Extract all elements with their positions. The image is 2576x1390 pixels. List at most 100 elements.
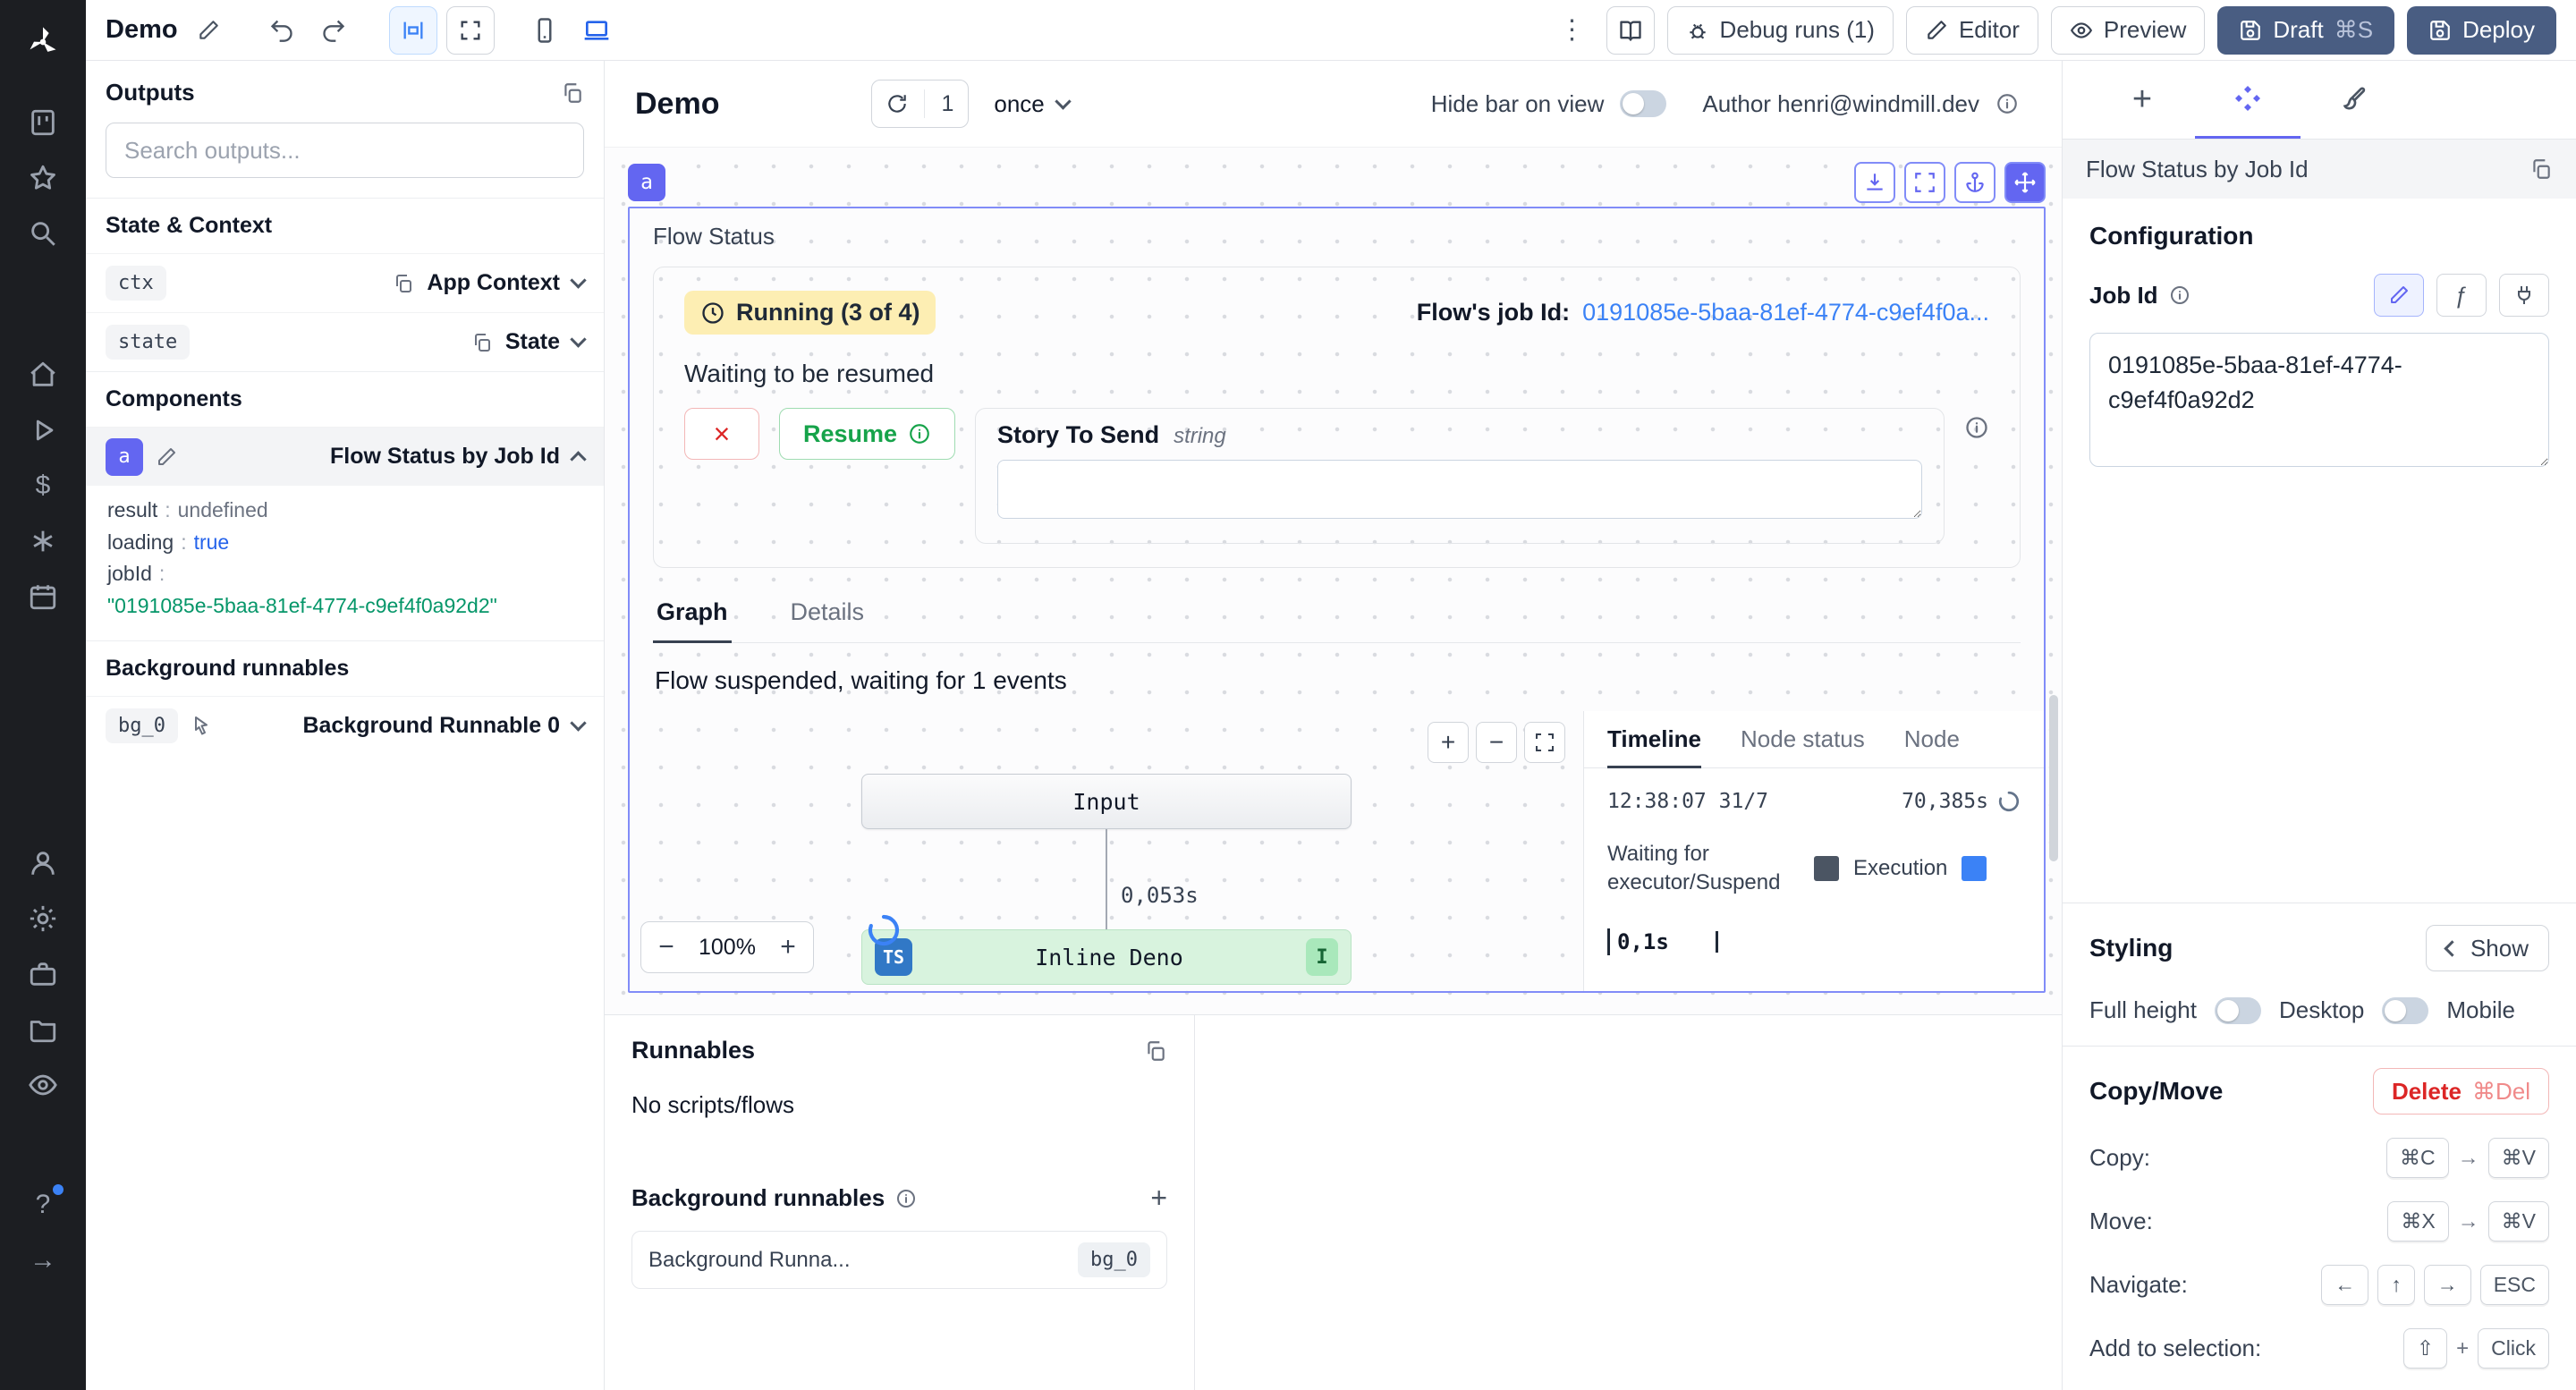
anchor-button[interactable] xyxy=(1954,162,1996,203)
redo-icon[interactable] xyxy=(312,9,355,52)
tab-node-definition[interactable]: Node xyxy=(1904,725,1960,767)
ctx-label: App Context xyxy=(427,270,560,296)
variables-icon[interactable]: $ xyxy=(15,458,71,513)
folders-icon[interactable] xyxy=(15,1002,71,1057)
tab-timeline[interactable]: Timeline xyxy=(1607,725,1701,768)
resume-button[interactable]: Resume xyxy=(779,408,955,460)
bg-runnable-row[interactable]: bg_0 Background Runnable 0 xyxy=(86,696,604,755)
component-doc-icon[interactable] xyxy=(2529,157,2553,181)
outputs-panel: Outputs State & Context ctx App Context … xyxy=(86,61,605,1390)
runs-icon[interactable] xyxy=(15,403,71,458)
tab-graph[interactable]: Graph xyxy=(653,598,732,643)
audit-logs-eye-icon[interactable] xyxy=(15,1057,71,1113)
info-icon[interactable] xyxy=(2169,284,2190,306)
job-id-input[interactable]: 0191085e-5baa-81ef-4774-c9ef4f0a92d2 xyxy=(2089,333,2549,467)
collapse-sidebar-icon[interactable]: → xyxy=(15,1233,71,1288)
debug-runs-button[interactable]: Debug runs (1) xyxy=(1667,6,1894,55)
delete-component-button[interactable]: Delete⌘Del xyxy=(2373,1068,2549,1115)
rename-pencil-icon[interactable] xyxy=(156,446,177,468)
flow-status-component[interactable]: a Flow Status Runni xyxy=(628,207,2046,993)
jobs-icon[interactable] xyxy=(15,946,71,1002)
graph-zoom-in-button[interactable]: + xyxy=(1428,722,1469,763)
hide-bar-toggle[interactable] xyxy=(1620,90,1666,117)
more-menu-kebab-icon[interactable]: ⋮ xyxy=(1551,9,1594,52)
eval-input-button[interactable]: ƒ xyxy=(2436,274,2487,317)
info-icon[interactable] xyxy=(1996,92,2019,115)
tab-details[interactable]: Details xyxy=(787,598,869,642)
mobile-breakpoint-icon[interactable] xyxy=(523,9,566,52)
windmill-logo[interactable] xyxy=(15,14,71,70)
refresh-control[interactable]: 1 xyxy=(871,80,969,128)
kbd-cmd-v: ⌘V xyxy=(2488,1201,2549,1242)
state-doc-icon[interactable] xyxy=(471,332,493,353)
search-icon[interactable] xyxy=(15,206,71,261)
draft-button[interactable]: Draft⌘S xyxy=(2217,6,2394,55)
static-input-button[interactable] xyxy=(2374,274,2424,317)
desktop-toggle[interactable] xyxy=(2382,997,2428,1024)
show-styling-button[interactable]: Show xyxy=(2426,925,2549,971)
fullscreen-canvas-button[interactable] xyxy=(446,6,495,55)
chevron-up-icon[interactable] xyxy=(570,451,586,467)
edge-duration-label: 0,053s xyxy=(1121,883,1199,908)
preview-button[interactable]: Preview xyxy=(2051,6,2205,55)
app-canvas[interactable]: a Flow Status Runni xyxy=(605,147,2062,1014)
home-icon[interactable] xyxy=(15,347,71,403)
canvas-scrollbar[interactable] xyxy=(2049,695,2058,861)
ctx-doc-icon[interactable] xyxy=(393,273,414,294)
runnables-doc-icon[interactable] xyxy=(1144,1039,1167,1063)
story-textarea[interactable] xyxy=(997,460,1922,519)
component-a-row[interactable]: a Flow Status by Job Id xyxy=(86,427,604,486)
auto-height-button[interactable] xyxy=(1854,162,1895,203)
insert-component-tab[interactable]: + xyxy=(2089,61,2195,139)
component-settings-tab[interactable] xyxy=(2195,61,2301,139)
configuration-header: Configuration xyxy=(2089,222,2549,250)
apps-icon[interactable] xyxy=(15,95,71,150)
state-row[interactable]: state State xyxy=(86,312,604,371)
move-button[interactable] xyxy=(2004,162,2046,203)
components-header: Components xyxy=(86,371,604,427)
schedule-dropdown[interactable]: once xyxy=(994,90,1068,118)
schedules-icon[interactable] xyxy=(15,569,71,624)
kbd-arrow-up: ↑ xyxy=(2377,1265,2415,1305)
graph-node-input[interactable]: Input xyxy=(861,774,1352,829)
chevron-down-icon[interactable] xyxy=(570,272,586,288)
editor-button[interactable]: Editor xyxy=(1906,6,2038,55)
help-icon[interactable]: ? xyxy=(15,1177,71,1233)
info-icon[interactable] xyxy=(1964,415,1989,440)
resources-icon[interactable] xyxy=(15,513,71,569)
bg-runnable-item[interactable]: Background Runna... bg_0 xyxy=(631,1231,1167,1289)
chevron-down-icon[interactable] xyxy=(570,331,586,347)
fullscreen-component-button[interactable] xyxy=(1904,162,1945,203)
full-height-toggle[interactable] xyxy=(2215,997,2261,1024)
workers-icon[interactable] xyxy=(15,835,71,891)
favorites-star-icon[interactable] xyxy=(15,150,71,206)
docs-book-button[interactable] xyxy=(1606,6,1655,55)
ctx-row[interactable]: ctx App Context xyxy=(86,253,604,312)
zoom-out-button[interactable]: − xyxy=(641,922,691,972)
add-runnable-button[interactable]: + xyxy=(1150,1182,1167,1215)
zoom-in-button[interactable]: + xyxy=(763,922,813,972)
styling-tab[interactable] xyxy=(2301,61,2406,139)
chevron-down-icon[interactable] xyxy=(570,715,586,731)
info-icon[interactable] xyxy=(895,1188,917,1209)
flow-graph[interactable]: + − Input 0,053s TS Inlin xyxy=(630,711,1583,991)
deploy-button[interactable]: Deploy xyxy=(2407,6,2556,55)
graph-fit-button[interactable] xyxy=(1524,722,1565,763)
refresh-icon[interactable] xyxy=(877,84,917,123)
outputs-doc-icon[interactable] xyxy=(561,81,584,105)
connect-input-button[interactable] xyxy=(2499,274,2549,317)
graph-node-inline-deno[interactable]: TS Inline Deno I xyxy=(861,929,1352,985)
flow-job-id-link[interactable]: 0191085e-5baa-81ef-4774-c9ef4f0a... xyxy=(1582,299,1989,326)
undo-icon[interactable] xyxy=(260,9,303,52)
settings-gear-icon[interactable] xyxy=(15,891,71,946)
cancel-button[interactable]: × xyxy=(684,408,759,460)
arrow-right-icon: → xyxy=(2458,1146,2479,1171)
search-outputs-input[interactable] xyxy=(106,123,584,178)
edit-title-pencil-icon[interactable] xyxy=(187,9,230,52)
component-id-tag: a xyxy=(628,164,665,201)
graph-zoom-out-button[interactable]: − xyxy=(1476,722,1517,763)
desktop-breakpoint-icon[interactable] xyxy=(575,9,618,52)
center-pane-toggle[interactable] xyxy=(389,6,437,55)
tab-node-status[interactable]: Node status xyxy=(1741,725,1865,767)
canvas-header: Demo 1 once Hide bar on view Author henr… xyxy=(605,61,2062,147)
